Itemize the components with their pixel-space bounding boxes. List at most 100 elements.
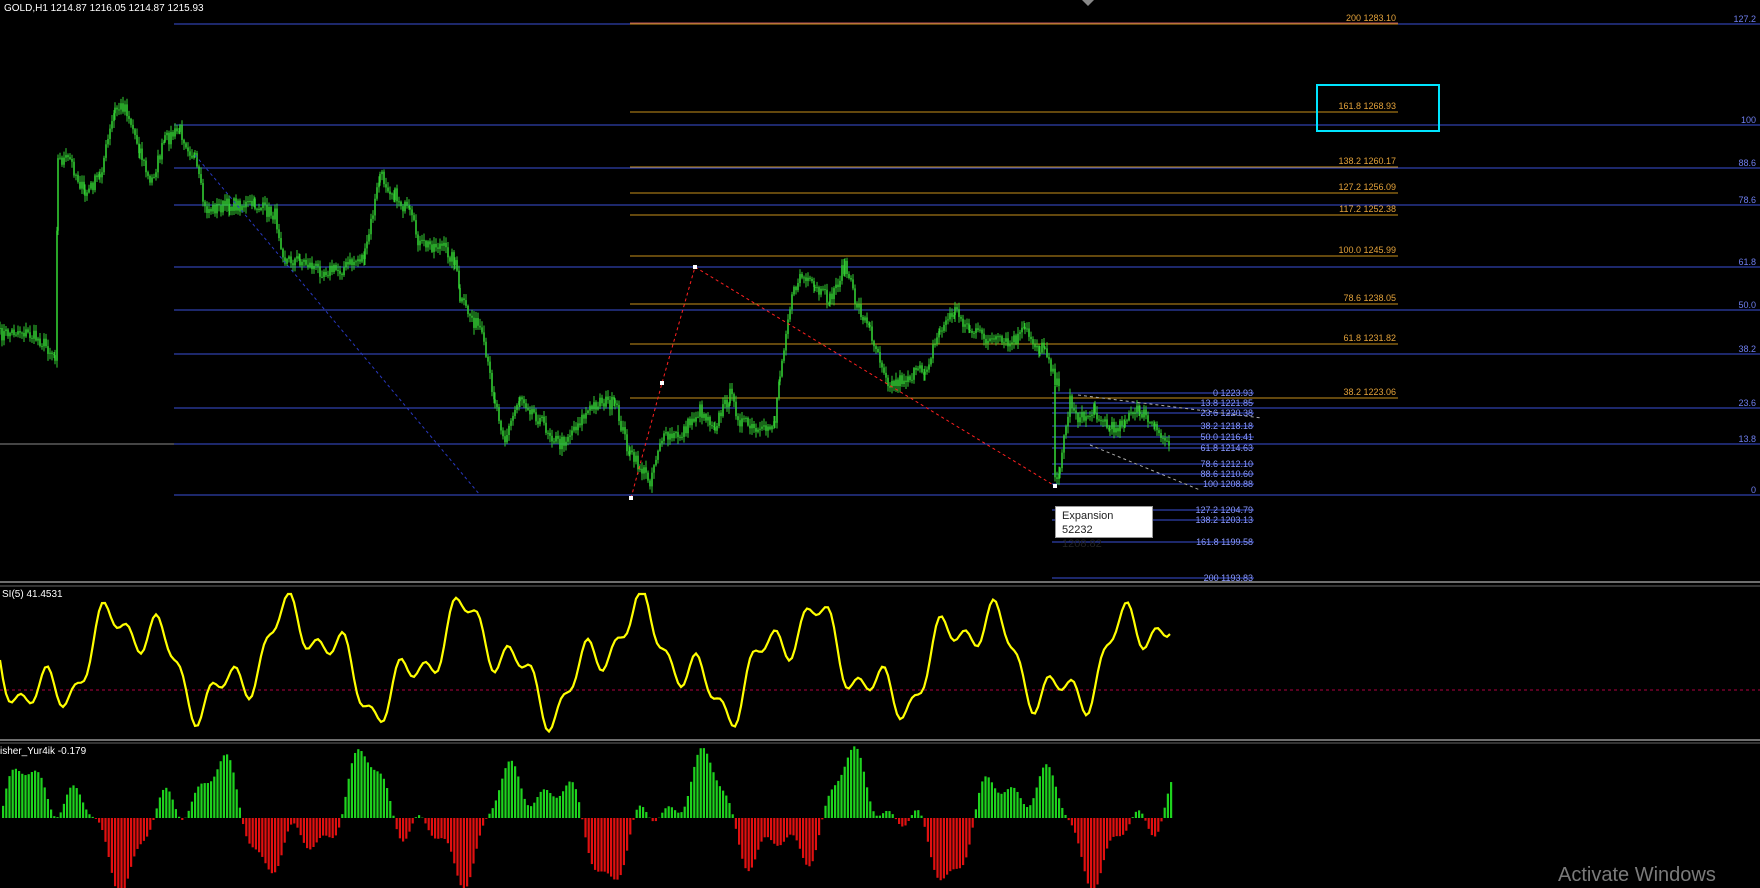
price-candle: [624, 427, 626, 435]
price-candle: [345, 262, 347, 268]
fisher-bar-up: [1000, 793, 1003, 818]
price-candle: [94, 175, 96, 191]
fisher-bar-down: [1102, 818, 1105, 861]
price-candle: [417, 234, 419, 246]
price-candle: [222, 201, 224, 213]
price-candle: [92, 182, 94, 191]
price-candle: [555, 435, 557, 442]
price-candle: [1132, 412, 1134, 414]
fib-level-labels: 127.2 100 88.6 78.6 61.8 50.0 38.2 23.6 13.8 0 200…: [1195, 13, 1756, 583]
fisher-bar-up: [66, 794, 69, 818]
fisher-bar-down: [110, 818, 113, 873]
price-candle: [877, 348, 879, 352]
fisher-bar-down: [741, 818, 744, 859]
price-candle: [909, 376, 911, 381]
fisher-bar-up: [686, 796, 689, 818]
fisher-bar-up: [1134, 811, 1137, 818]
price-candle: [818, 287, 820, 295]
price-candle: [919, 365, 921, 369]
fisher-bar-up: [661, 812, 664, 818]
fisher-bar-up: [414, 817, 417, 818]
price-candle: [787, 319, 789, 334]
price-candle: [1017, 333, 1019, 344]
price-candle: [913, 367, 915, 380]
fisher-bar-up: [501, 778, 504, 818]
price-candle: [960, 316, 962, 319]
price-candle: [1145, 409, 1147, 416]
price-candle: [663, 433, 665, 441]
fisher-bar-down: [654, 818, 657, 822]
price-candle: [29, 332, 31, 338]
price-candle: [243, 205, 245, 208]
fisher-bar-down: [309, 818, 312, 850]
price-candle: [187, 147, 189, 152]
fisher-bar-up: [1029, 805, 1032, 818]
price-candle: [673, 433, 675, 439]
price-candle: [451, 252, 453, 262]
price-candle: [309, 262, 311, 268]
price-candle: [120, 103, 122, 110]
fisher-bar-down: [805, 818, 808, 865]
fisher-bar-up: [846, 757, 849, 818]
price-candle: [396, 188, 398, 202]
fisher-bar-down: [738, 818, 741, 845]
price-candle: [1024, 326, 1026, 330]
price-candle: [797, 283, 799, 291]
fisher-bar-up: [1003, 792, 1006, 818]
price-candle: [136, 135, 138, 144]
price-candle: [394, 188, 396, 201]
price-candle: [729, 388, 731, 404]
fib-small-label: 23.6 1220.38: [1200, 408, 1253, 418]
price-candle: [565, 441, 567, 446]
price-candle: [1048, 357, 1050, 360]
price-candle: [789, 309, 791, 320]
fisher-bar-down: [466, 818, 469, 887]
price-candle: [1019, 332, 1021, 334]
price-candle: [709, 416, 711, 426]
fisher-bar-up: [1026, 807, 1029, 818]
price-candle: [149, 175, 151, 183]
fisher-bar-up: [875, 815, 878, 818]
price-candle: [989, 338, 991, 342]
fisher-bar-up: [840, 774, 843, 818]
price-candle: [999, 336, 1001, 338]
price-candle: [218, 203, 220, 206]
fisher-bar-up: [882, 813, 885, 818]
fisher-bar-down: [770, 818, 773, 841]
price-candle: [720, 412, 722, 417]
price-candle: [1063, 435, 1065, 453]
price-candle: [603, 403, 605, 407]
chart-canvas[interactable]: 127.2 100 88.6 78.6 61.8 50.0 38.2 23.6 13.8 0 200…: [0, 0, 1760, 888]
price-candle: [829, 293, 831, 305]
price-candle: [500, 420, 502, 431]
price-candle: [669, 433, 671, 440]
fisher-bar-up: [974, 809, 977, 818]
fisher-bar-down: [437, 818, 440, 839]
fisher-bar-up: [162, 789, 165, 818]
fisher-bar-down: [1118, 818, 1121, 837]
fisher-bar-down: [773, 818, 776, 844]
fisher-bar-up: [914, 810, 917, 818]
price-candle: [928, 364, 930, 370]
fisher-bar-up: [987, 777, 990, 818]
price-candle: [477, 318, 479, 326]
price-candle: [761, 426, 763, 429]
price-candle: [977, 328, 979, 330]
fisher-bar-up: [642, 807, 645, 818]
price-candle: [101, 172, 103, 178]
price-candle: [979, 329, 981, 331]
fisher-bar-down: [267, 818, 270, 870]
price-candle: [871, 326, 873, 341]
fisher-bar-down: [613, 818, 616, 880]
fisher-bar-up: [549, 793, 552, 818]
fisher-bar-down: [1109, 818, 1112, 841]
price-candle: [858, 304, 860, 308]
price-candle: [124, 104, 126, 112]
price-candle: [981, 329, 983, 334]
fisher-bar-up: [830, 789, 833, 818]
price-candle: [508, 425, 510, 436]
fisher-bar-up: [1054, 786, 1057, 818]
price-candle: [767, 426, 769, 431]
price-candle: [835, 284, 837, 289]
fisher-bar-down: [766, 818, 769, 838]
